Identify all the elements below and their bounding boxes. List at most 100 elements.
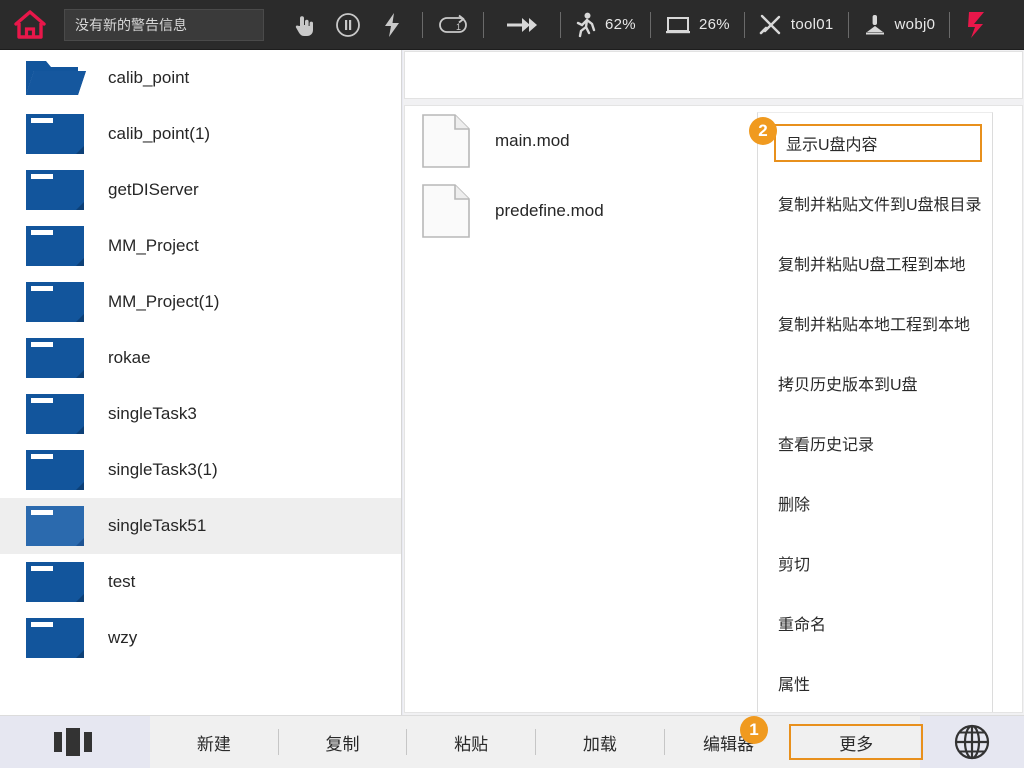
menu-item-label: 拷贝历史版本到U盘 bbox=[778, 371, 918, 395]
alert-message-text: 没有新的警告信息 bbox=[75, 15, 187, 35]
folder-closed-icon bbox=[24, 223, 88, 269]
folder-list-panel[interactable]: calib_point calib_point(1) bbox=[0, 50, 402, 715]
folder-row[interactable]: calib_point(1) bbox=[0, 106, 401, 162]
file-label: predefine.mod bbox=[495, 201, 604, 221]
robot-arm-icon-button[interactable] bbox=[958, 0, 996, 50]
new-button-label: 新建 bbox=[197, 730, 231, 755]
main-content-area: calib_point calib_point(1) bbox=[0, 50, 1024, 715]
folder-row-selected[interactable]: singleTask51 bbox=[0, 498, 401, 554]
menu-item-copy-history-version-to-usb[interactable]: 拷贝历史版本到U盘 bbox=[758, 353, 992, 413]
menu-item-delete[interactable]: 删除 bbox=[758, 473, 992, 533]
folder-row[interactable]: MM_Project bbox=[0, 218, 401, 274]
menu-item-rename[interactable]: 重命名 bbox=[758, 593, 992, 653]
new-button[interactable]: 新建 bbox=[150, 716, 278, 768]
folder-row[interactable]: test bbox=[0, 554, 401, 610]
top-status-bar: 没有新的警告信息 bbox=[0, 0, 1024, 50]
language-button[interactable] bbox=[920, 716, 1024, 768]
toolbar-divider-5 bbox=[744, 12, 745, 38]
folder-row[interactable]: calib_point bbox=[0, 50, 401, 106]
pause-circle-icon-button[interactable] bbox=[326, 0, 370, 50]
step-badge-2: 2 bbox=[749, 117, 777, 145]
copy-button[interactable]: 复制 bbox=[279, 716, 407, 768]
paste-button[interactable]: 粘贴 bbox=[407, 716, 535, 768]
file-icon bbox=[421, 183, 473, 239]
lightning-bolt-icon bbox=[382, 12, 402, 38]
menu-item-copy-paste-local-project-to-local[interactable]: 复制并粘贴本地工程到本地 bbox=[758, 293, 992, 353]
file-icon bbox=[421, 113, 473, 169]
folder-closed-icon bbox=[24, 335, 88, 381]
folder-row[interactable]: MM_Project(1) bbox=[0, 274, 401, 330]
menu-item-label: 查看历史记录 bbox=[778, 431, 874, 455]
payload-icon bbox=[665, 14, 691, 36]
menu-item-view-history[interactable]: 查看历史记录 bbox=[758, 413, 992, 473]
menu-item-copy-paste-file-to-usb-root[interactable]: 复制并粘贴文件到U盘根目录 bbox=[758, 173, 992, 233]
load-button-label: 加载 bbox=[583, 730, 617, 755]
toolbar-divider-3 bbox=[560, 12, 561, 38]
menu-item-label: 重命名 bbox=[778, 611, 826, 635]
menu-item-copy-paste-usb-project-to-local[interactable]: 复制并粘贴U盘工程到本地 bbox=[758, 233, 992, 293]
fast-forward-icon bbox=[505, 15, 539, 35]
speed-value: 62% bbox=[605, 16, 636, 33]
speed-indicator[interactable]: 62% bbox=[569, 0, 642, 50]
menu-item-properties[interactable]: 属性 bbox=[758, 653, 992, 712]
content-header-bar bbox=[404, 51, 1023, 99]
load-button[interactable]: 加载 bbox=[536, 716, 664, 768]
folder-row[interactable]: singleTask3(1) bbox=[0, 442, 401, 498]
menu-item-cut[interactable]: 剪切 bbox=[758, 533, 992, 593]
folder-row[interactable]: singleTask3 bbox=[0, 386, 401, 442]
folder-closed-icon bbox=[24, 167, 88, 213]
tools-icon bbox=[759, 13, 783, 37]
more-button-label: 更多 bbox=[839, 730, 873, 755]
step-badge-1: 1 bbox=[740, 716, 768, 744]
folder-closed-icon bbox=[24, 503, 88, 549]
lightning-bolt-icon-button[interactable] bbox=[370, 0, 414, 50]
folder-closed-icon bbox=[24, 615, 88, 661]
folder-label: singleTask51 bbox=[108, 516, 206, 536]
toolbar-divider-2 bbox=[483, 12, 484, 38]
tool-value: tool01 bbox=[791, 16, 834, 33]
toolbar-buttons: 新建 复制 粘贴 加载 编辑器 更多 bbox=[150, 716, 920, 768]
globe-icon bbox=[953, 723, 991, 761]
folder-row[interactable]: getDIServer bbox=[0, 162, 401, 218]
more-button[interactable]: 更多 bbox=[792, 716, 920, 768]
pause-circle-icon bbox=[335, 12, 361, 38]
fast-forward-icon-button[interactable] bbox=[492, 0, 552, 50]
folder-row[interactable]: wzy bbox=[0, 610, 401, 666]
menu-item-label: 复制并粘贴文件到U盘根目录 bbox=[778, 191, 982, 215]
folder-label: test bbox=[108, 572, 135, 592]
content-panel: main.mod predefine.mod 显示U盘内容 bbox=[403, 50, 1024, 715]
editor-button[interactable]: 编辑器 bbox=[665, 716, 793, 768]
step-badge-2-label: 2 bbox=[758, 121, 767, 141]
grid-menu-icon bbox=[52, 726, 98, 758]
app-menu-button[interactable] bbox=[0, 716, 150, 768]
folder-label: MM_Project bbox=[108, 236, 199, 256]
running-person-icon bbox=[575, 12, 597, 38]
folder-closed-icon bbox=[24, 559, 88, 605]
workobject-indicator[interactable]: wobj0 bbox=[857, 0, 942, 50]
home-button[interactable] bbox=[0, 0, 60, 50]
bottom-toolbar: 新建 复制 粘贴 加载 编辑器 更多 bbox=[0, 715, 1024, 768]
loop-once-icon: 1 bbox=[437, 14, 469, 36]
folder-closed-icon bbox=[24, 391, 88, 437]
hand-pointer-icon-button[interactable] bbox=[282, 0, 326, 50]
payload-indicator[interactable]: 26% bbox=[659, 0, 736, 50]
folder-row[interactable]: rokae bbox=[0, 330, 401, 386]
copy-button-label: 复制 bbox=[326, 730, 360, 755]
folder-label: wzy bbox=[108, 628, 137, 648]
more-context-menu[interactable]: 显示U盘内容 复制并粘贴文件到U盘根目录 复制并粘贴U盘工程到本地 复制并粘贴本… bbox=[757, 112, 993, 712]
hand-pointer-icon bbox=[293, 13, 315, 37]
folder-open-icon bbox=[24, 55, 88, 101]
alert-message-box[interactable]: 没有新的警告信息 bbox=[64, 9, 264, 41]
toolbar-divider-4 bbox=[650, 12, 651, 38]
tool-indicator[interactable]: tool01 bbox=[753, 0, 840, 50]
step-badge-1-label: 1 bbox=[749, 720, 758, 740]
folder-label: calib_point(1) bbox=[108, 124, 210, 144]
home-icon bbox=[13, 9, 47, 41]
loop-once-icon-button[interactable]: 1 bbox=[431, 0, 475, 50]
folder-label: singleTask3 bbox=[108, 404, 197, 424]
svg-text:1: 1 bbox=[456, 22, 461, 32]
folder-label: singleTask3(1) bbox=[108, 460, 218, 480]
menu-item-label: 删除 bbox=[778, 491, 810, 515]
menu-item-show-usb-content[interactable]: 显示U盘内容 bbox=[774, 124, 982, 162]
menu-item-label: 复制并粘贴U盘工程到本地 bbox=[778, 251, 966, 275]
